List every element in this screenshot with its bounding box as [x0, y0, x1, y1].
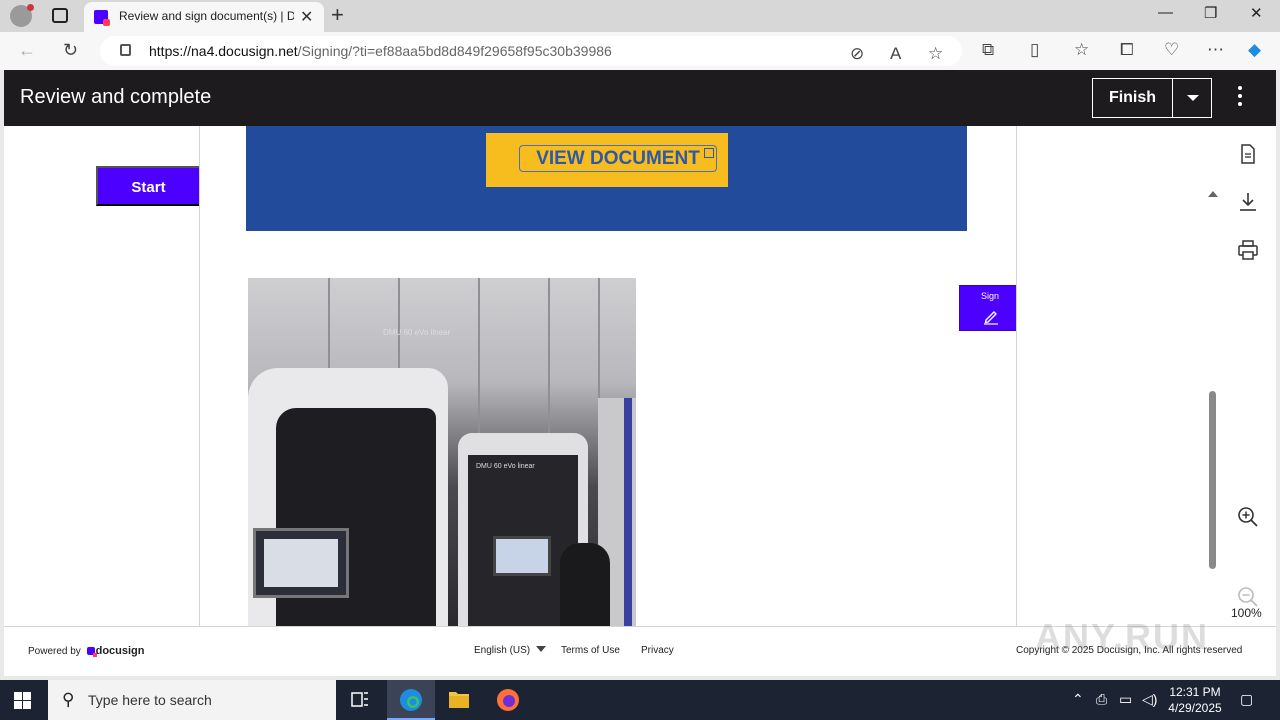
sign-here-tag[interactable]: Sign	[959, 285, 1016, 331]
restore-icon[interactable]: ❐	[1204, 4, 1217, 22]
show-hidden-icons-chevron-icon[interactable]: ⌃	[1072, 691, 1084, 708]
browser-address-bar: ← ↻ https://na4.docusign.net/Signing/?ti…	[0, 32, 1280, 70]
volume-icon[interactable]: ◁)	[1142, 691, 1157, 708]
firefox-icon[interactable]	[484, 680, 532, 720]
minimize-icon[interactable]: —	[1158, 4, 1173, 21]
device-icon[interactable]: ⎙	[1096, 691, 1107, 708]
copilot-icon[interactable]: ◆	[1248, 40, 1261, 60]
notifications-icon[interactable]: ▢	[1240, 691, 1253, 708]
back-arrow-icon[interactable]: ←	[18, 40, 36, 61]
page-title: Review and complete	[20, 86, 212, 108]
view-document-label: VIEW DOCUMENT	[536, 148, 700, 169]
tracking-prevention-icon[interactable]: ⊘	[850, 44, 864, 64]
language-selector[interactable]: English (US)	[474, 645, 547, 656]
close-tab-icon[interactable]: ✕	[300, 7, 313, 27]
new-tab-icon[interactable]: +	[331, 2, 344, 28]
more-menu-icon[interactable]: ⋯	[1207, 40, 1224, 60]
privacy-link[interactable]: Privacy	[641, 645, 674, 656]
notification-dot-icon	[27, 4, 34, 11]
clock-date: 4/29/2025	[1168, 701, 1222, 715]
machine-label: DMU 60 eVo linear	[383, 328, 451, 337]
scrollbar-thumb[interactable]	[1209, 391, 1216, 569]
windows-start-icon[interactable]	[14, 692, 31, 709]
powered-by-text: Powered by	[28, 646, 81, 657]
url-domain: https://na4.docusign.net	[149, 43, 298, 59]
tab-actions-icon[interactable]	[52, 8, 68, 23]
docusign-logo-icon	[86, 647, 97, 657]
document-icon[interactable]	[1237, 143, 1259, 165]
split-screen-icon[interactable]: ▯	[1030, 40, 1039, 60]
favorites-icon[interactable]: ☆	[1074, 40, 1089, 60]
finish-button[interactable]: Finish	[1092, 78, 1173, 118]
windows-taskbar: ⚲ Type here to search ⌃ ⎙ ▭ ◁) 12:31 PM …	[0, 680, 1280, 720]
zoom-level: 100%	[1231, 606, 1262, 620]
extensions-icon[interactable]: ⧉	[982, 40, 994, 60]
tab-title: Review and sign document(s) | D	[119, 9, 294, 23]
taskbar-clock[interactable]: 12:31 PM 4/29/2025	[1164, 684, 1226, 716]
download-icon[interactable]	[1237, 191, 1259, 213]
watermark: ANY.RUN	[1035, 616, 1210, 657]
taskbar-search-box[interactable]: ⚲ Type here to search	[48, 680, 336, 720]
url-path: /Signing/?ti=ef88aa5bd8d849f29658f95c30b…	[297, 43, 612, 59]
sign-tag-label: Sign	[980, 291, 999, 301]
chevron-down-icon	[536, 646, 547, 652]
refresh-icon[interactable]: ↻	[63, 40, 78, 61]
url-field[interactable]: https://na4.docusign.net/Signing/?ti=ef8…	[100, 36, 962, 66]
more-options-icon[interactable]	[1232, 86, 1248, 110]
finish-options-dropdown[interactable]	[1172, 78, 1212, 118]
signing-body: Start VIEW DOCUMENT DMU 60 eVo linear DM…	[4, 126, 1276, 670]
search-icon: ⚲	[62, 690, 75, 709]
zoom-out-icon[interactable]	[1237, 586, 1259, 608]
clock-time: 12:31 PM	[1169, 685, 1221, 699]
pen-icon	[984, 311, 998, 325]
read-aloud-icon[interactable]: A	[890, 44, 901, 64]
external-link-icon	[704, 148, 714, 158]
taskbar-search-placeholder: Type here to search	[88, 692, 212, 708]
zoom-in-icon[interactable]	[1237, 506, 1259, 528]
docusign-brand: docusign	[95, 645, 145, 657]
browser-tab-active[interactable]: Review and sign document(s) | D ✕	[84, 2, 324, 32]
docusign-signing-frame: Review and complete Finish Start VIEW DO…	[4, 70, 1276, 676]
machine-label: DMU 60 eVo linear	[476, 463, 535, 470]
print-icon[interactable]	[1237, 239, 1259, 261]
lock-icon	[120, 44, 131, 56]
collections-icon[interactable]: ⧠	[1120, 40, 1134, 60]
browser-tab-bar: Review and sign document(s) | D ✕ + — ❐ …	[0, 0, 1280, 32]
file-explorer-icon[interactable]	[435, 680, 483, 720]
network-icon[interactable]: ▭	[1119, 691, 1132, 708]
start-button[interactable]: Start	[96, 166, 201, 206]
view-document-button[interactable]: VIEW DOCUMENT	[486, 133, 728, 187]
terms-of-use-link[interactable]: Terms of Use	[561, 645, 620, 656]
performance-icon[interactable]: ♡	[1164, 40, 1179, 60]
signing-header: Review and complete Finish	[4, 70, 1276, 126]
document-banner: VIEW DOCUMENT	[246, 126, 967, 231]
close-window-icon[interactable]: ✕	[1250, 4, 1263, 22]
edge-browser-icon[interactable]	[387, 680, 435, 720]
scroll-up-arrow-icon[interactable]	[1208, 191, 1218, 197]
favorite-star-icon[interactable]: ☆	[928, 44, 943, 64]
task-view-icon[interactable]	[336, 680, 384, 720]
document-page: VIEW DOCUMENT DMU 60 eVo linear DMU 60 e…	[199, 126, 1017, 626]
docusign-favicon-icon	[94, 10, 110, 26]
document-photo-cnc-machines: DMU 60 eVo linear DMU 60 eVo linear	[248, 278, 636, 626]
